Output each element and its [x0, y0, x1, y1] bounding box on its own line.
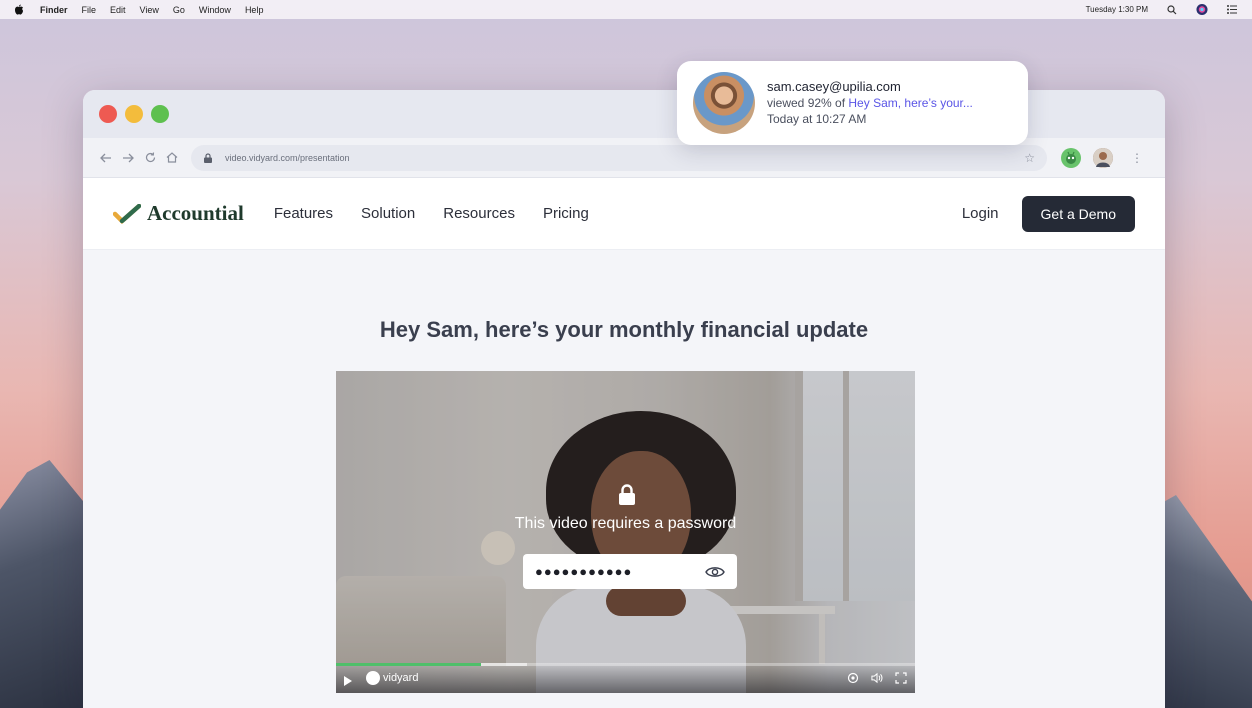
maximize-window-button[interactable] — [151, 105, 169, 123]
reload-icon[interactable] — [139, 147, 161, 169]
apple-icon[interactable] — [14, 4, 24, 15]
menu-list-icon[interactable] — [1226, 4, 1238, 16]
browser-menu-icon[interactable]: ⋮ — [1131, 151, 1143, 165]
play-icon[interactable] — [344, 673, 354, 686]
forward-arrow-icon[interactable] — [117, 147, 139, 169]
notification-text: sam.casey@upilia.com viewed 92% of Hey S… — [767, 79, 973, 127]
progress-track[interactable] — [336, 663, 915, 666]
page-headline: Hey Sam, here’s your monthly financial u… — [379, 317, 869, 342]
get-a-demo-button[interactable]: Get a Demo — [1021, 195, 1135, 232]
menu-edit[interactable]: Edit — [110, 5, 126, 15]
background-mountain-right — [1157, 495, 1252, 708]
viewed-video-link[interactable]: Hey Sam, here’s your... — [848, 96, 973, 110]
viewer-email: sam.casey@upilia.com — [767, 79, 901, 94]
profile-avatar[interactable] — [1093, 147, 1113, 168]
viewed-prefix: viewed 92% of — [767, 96, 849, 110]
background-mountain-left — [0, 460, 90, 708]
menu-help[interactable]: Help — [245, 5, 264, 15]
accountial-logo[interactable]: Accountial — [113, 201, 244, 226]
menu-view[interactable]: View — [140, 5, 159, 15]
vidyard-extension-icon[interactable] — [1061, 147, 1081, 168]
logo-text: Accountial — [147, 201, 244, 225]
progress-played — [336, 663, 481, 666]
volume-icon[interactable] — [871, 672, 883, 684]
vidyard-brand-text: vidyard — [383, 672, 419, 684]
video-controls-right — [847, 672, 907, 684]
password-prompt-text: This video requires a password — [514, 515, 737, 532]
nav-resources[interactable]: Resources — [443, 205, 515, 222]
viewed-line: viewed 92% of Hey Sam, here’s your... — [767, 95, 973, 111]
menu-finder[interactable]: Finder — [40, 5, 68, 15]
lock-icon — [203, 152, 213, 163]
checkmark-logo-icon — [113, 203, 141, 224]
menu-file[interactable]: File — [82, 5, 97, 15]
nav-pricing[interactable]: Pricing — [543, 205, 589, 222]
login-link[interactable]: Login — [962, 205, 999, 222]
mac-menubar: Finder File Edit View Go Window Help Tue… — [0, 0, 1252, 19]
siri-icon[interactable] — [1196, 3, 1208, 16]
video-player[interactable]: This video requires a password ●●●●●●●●●… — [336, 371, 915, 693]
menubar-clock[interactable]: Tuesday 1:30 PM — [1086, 5, 1148, 14]
view-notification-card[interactable]: sam.casey@upilia.com viewed 92% of Hey S… — [677, 61, 1028, 145]
nav-solution[interactable]: Solution — [361, 205, 415, 222]
address-bar[interactable]: video.vidyard.com/presentation ☆ — [191, 144, 1047, 171]
bookmark-star-icon[interactable]: ☆ — [1024, 151, 1035, 165]
video-controls-bar: vidyard — [336, 663, 915, 693]
minimize-window-button[interactable] — [125, 105, 143, 123]
vidyard-brand[interactable]: vidyard — [366, 671, 418, 685]
settings-gear-icon[interactable] — [847, 672, 859, 684]
nav-features[interactable]: Features — [274, 205, 333, 222]
menu-go[interactable]: Go — [173, 5, 185, 15]
fullscreen-icon[interactable] — [895, 672, 907, 684]
eye-icon[interactable] — [705, 565, 725, 579]
viewer-avatar — [693, 72, 755, 134]
url-text[interactable]: video.vidyard.com/presentation — [225, 153, 350, 163]
password-input[interactable]: ●●●●●●●●●●● — [523, 554, 737, 589]
site-navbar: Accountial Features Solution Resources P… — [83, 178, 1165, 250]
password-value: ●●●●●●●●●●● — [535, 564, 633, 579]
vidyard-logo-icon — [366, 671, 380, 685]
close-window-button[interactable] — [99, 105, 117, 123]
view-timestamp: Today at 10:27 AM — [767, 112, 867, 126]
menu-window[interactable]: Window — [199, 5, 231, 15]
browser-window: video.vidyard.com/presentation ☆ ⋮ Accou… — [83, 90, 1165, 708]
window-controls — [99, 105, 169, 123]
home-icon[interactable] — [161, 147, 183, 169]
search-icon[interactable] — [1166, 4, 1178, 16]
back-arrow-icon[interactable] — [95, 147, 117, 169]
lock-icon — [618, 484, 636, 506]
